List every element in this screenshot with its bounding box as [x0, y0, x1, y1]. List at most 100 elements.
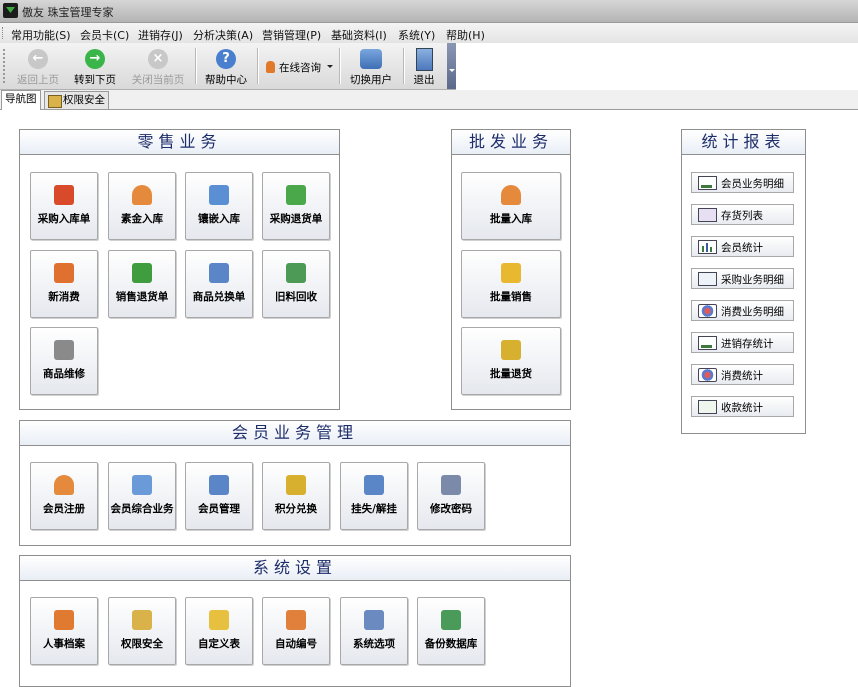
change-password-button[interactable]: 修改密码 — [417, 462, 485, 530]
app-logo-icon — [3, 3, 18, 18]
password-key-icon — [441, 475, 461, 495]
member-integrated-business-button[interactable]: 会员综合业务 — [108, 462, 176, 530]
person-check-icon — [209, 185, 229, 205]
member-register-button[interactable]: 会员注册 — [30, 462, 98, 530]
list-report-icon — [698, 336, 717, 350]
forward-button[interactable]: → 转到下页 — [69, 45, 121, 87]
forward-arrow-icon: → — [85, 49, 105, 69]
points-exchange-icon — [286, 475, 306, 495]
list-report-icon — [698, 176, 717, 190]
return-arrow-icon — [132, 263, 152, 283]
menu-common-functions[interactable]: 常用功能(S) — [11, 27, 71, 43]
switch-user-button[interactable]: 切换用户 — [343, 45, 399, 87]
person-icon — [132, 185, 152, 205]
inventory-statistics-button[interactable]: 进销存统计 — [691, 332, 794, 353]
truck-return-icon — [286, 185, 306, 205]
backup-database-button[interactable]: 备份数据库 — [417, 597, 485, 665]
inlay-inbound-button[interactable]: 镶嵌入库 — [185, 172, 253, 240]
people-coin-icon — [54, 263, 74, 283]
menu-basic-data[interactable]: 基础资料(I) — [331, 27, 387, 43]
collection-statistics-button[interactable]: 收款统计 — [691, 396, 794, 417]
member-statistics-button[interactable]: 会员统计 — [691, 236, 794, 257]
system-options-button[interactable]: 系统选项 — [340, 597, 408, 665]
new-consumption-button[interactable]: 新消费 — [30, 250, 98, 318]
points-exchange-button[interactable]: 积分兑换 — [262, 462, 330, 530]
toolbar-separator — [195, 48, 197, 84]
settings-window-icon — [364, 610, 384, 630]
product-repair-button[interactable]: 商品维修 — [30, 327, 98, 395]
bulk-sales-button[interactable]: 批量销售 — [461, 250, 561, 318]
retail-panel-title: 零售业务 — [20, 130, 339, 155]
menu-system[interactable]: 系统(Y) — [398, 27, 435, 43]
gold-stack-icon — [501, 263, 521, 283]
purchase-business-detail-button[interactable]: 采购业务明细 — [691, 268, 794, 289]
menu-marketing[interactable]: 营销管理(P) — [262, 27, 321, 43]
grid-report-icon — [698, 208, 717, 222]
member-search-icon — [132, 475, 152, 495]
menu-grip-handle[interactable] — [2, 27, 5, 39]
exit-button[interactable]: 退出 — [407, 45, 441, 87]
tab-bar: 导航图 权限安全 — [0, 90, 858, 110]
online-consult-dropdown[interactable]: 在线咨询 — [261, 45, 335, 87]
member-panel: 会员业务管理 会员注册 会员综合业务 会员管理 积分兑换 挂失/解挂 修改密码 — [19, 420, 571, 546]
person-icon — [266, 61, 275, 73]
lock-icon — [132, 610, 152, 630]
personnel-records-button[interactable]: 人事档案 — [30, 597, 98, 665]
dropdown-arrow-icon — [327, 65, 333, 68]
system-panel: 系统设置 人事档案 权限安全 自定义表 自动编号 系统选项 备份数据库 — [19, 555, 571, 687]
menu-inventory[interactable]: 进销存(J) — [138, 27, 183, 43]
member-management-button[interactable]: 会员管理 — [185, 462, 253, 530]
truck-icon — [54, 185, 74, 205]
menu-analysis[interactable]: 分析决策(A) — [193, 27, 253, 43]
menu-member-card[interactable]: 会员卡(C) — [80, 27, 129, 43]
pie-chart-icon — [698, 304, 717, 318]
permission-security-button[interactable]: 权限安全 — [108, 597, 176, 665]
close-icon: × — [148, 49, 168, 69]
bar-chart-icon — [698, 240, 717, 254]
toolbar: ← 返回上页 → 转到下页 × 关闭当前页 ? 帮助中心 在线咨询 切换用户 退… — [0, 43, 456, 90]
purchase-inbound-button[interactable]: 采购入库单 — [30, 172, 98, 240]
menu-bar: 常用功能(S) 会员卡(C) 进销存(J) 分析决策(A) 营销管理(P) 基础… — [0, 23, 858, 43]
sales-return-button[interactable]: 销售退货单 — [108, 250, 176, 318]
tab-navigation-map[interactable]: 导航图 — [1, 90, 41, 110]
bulk-inbound-button[interactable]: 批量入库 — [461, 172, 561, 240]
toolbar-separator — [339, 48, 341, 84]
person-icon — [501, 185, 521, 205]
scatter-chart-icon — [698, 272, 717, 286]
card-lock-icon — [364, 475, 384, 495]
report-loss-button[interactable]: 挂失/解挂 — [340, 462, 408, 530]
wholesale-panel-title: 批发业务 — [452, 130, 570, 155]
tab-permission-security[interactable]: 权限安全 — [44, 91, 109, 109]
repair-tool-icon — [54, 340, 74, 360]
toolbar-overflow-button[interactable] — [447, 43, 456, 89]
reports-panel-title: 统计报表 — [682, 130, 805, 155]
people-icon — [54, 610, 74, 630]
database-backup-icon — [441, 610, 461, 630]
member-business-detail-button[interactable]: 会员业务明细 — [691, 172, 794, 193]
custom-table-button[interactable]: 自定义表 — [185, 597, 253, 665]
wholesale-panel: 批发业务 批量入库 批量销售 批量退货 — [451, 129, 571, 410]
window-title: 傲友 珠宝管理专家 — [22, 6, 114, 19]
exchange-icon — [209, 263, 229, 283]
lock-icon — [48, 95, 62, 108]
old-material-recycle-button[interactable]: 旧料回收 — [262, 250, 330, 318]
pie-chart-icon — [698, 368, 717, 382]
close-page-button[interactable]: × 关闭当前页 — [126, 45, 190, 87]
toolbar-separator — [257, 48, 259, 84]
gold-return-icon — [501, 340, 521, 360]
bulk-return-button[interactable]: 批量退货 — [461, 327, 561, 395]
person-icon — [54, 475, 74, 495]
inventory-list-button[interactable]: 存货列表 — [691, 204, 794, 225]
product-exchange-button[interactable]: 商品兑换单 — [185, 250, 253, 318]
back-button[interactable]: ← 返回上页 — [13, 45, 63, 87]
help-center-button[interactable]: ? 帮助中心 — [199, 45, 253, 87]
system-panel-title: 系统设置 — [20, 556, 570, 581]
toolbar-grip-handle[interactable] — [3, 49, 7, 83]
purchase-return-button[interactable]: 采购退货单 — [262, 172, 330, 240]
auto-numbering-button[interactable]: 自动编号 — [262, 597, 330, 665]
plain-gold-inbound-button[interactable]: 素金入库 — [108, 172, 176, 240]
consumption-business-detail-button[interactable]: 消费业务明细 — [691, 300, 794, 321]
consumption-statistics-button[interactable]: 消费统计 — [691, 364, 794, 385]
menu-help[interactable]: 帮助(H) — [446, 27, 485, 43]
toolbar-separator — [403, 48, 405, 84]
